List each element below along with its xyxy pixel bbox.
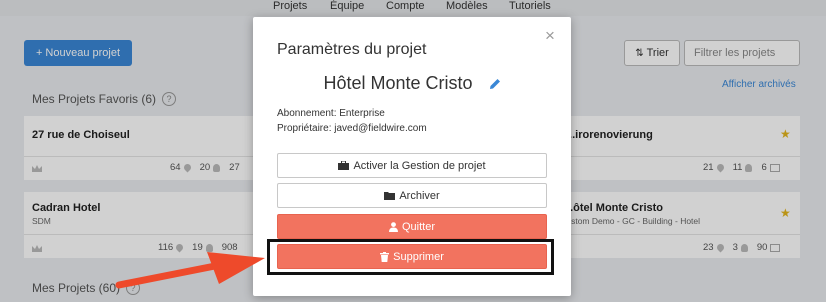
modal-title: Paramètres du projet [277, 41, 427, 58]
activate-label: Activer la Gestion de projet [353, 159, 486, 172]
close-icon[interactable]: × [545, 27, 555, 44]
owner-text: Propriétaire: javed@fieldwire.com [277, 123, 427, 134]
folder-icon [384, 192, 396, 200]
archive-label: Archiver [399, 189, 440, 202]
archive-button[interactable]: Archiver [277, 183, 547, 208]
project-name-row: Hôtel Monte Cristo [253, 73, 571, 94]
quit-label: Quitter [401, 220, 435, 233]
briefcase-icon [338, 161, 350, 170]
user-icon [388, 221, 398, 232]
subscription-text: Abonnement: Enterprise [277, 108, 385, 119]
activate-project-management-button[interactable]: Activer la Gestion de projet [277, 153, 547, 178]
pencil-icon[interactable] [489, 78, 501, 90]
project-name: Hôtel Monte Cristo [323, 73, 473, 93]
annotation-arrow-icon [115, 252, 265, 289]
delete-highlight-box [267, 239, 554, 275]
quit-project-button[interactable]: Quitter [277, 214, 547, 239]
